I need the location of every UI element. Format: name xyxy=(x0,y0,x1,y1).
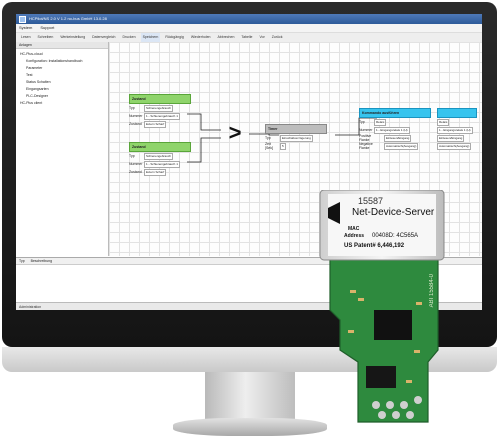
block-kommando[interactable]: Kommando ausführen Typ Relais Nummer 1 - E… xyxy=(359,108,431,150)
toolbar-back-button[interactable]: Zurück xyxy=(270,33,285,42)
toolbar-save-button[interactable]: Speichern xyxy=(140,33,161,42)
tree-node[interactable]: PLC-Designer xyxy=(26,94,48,98)
tree-node[interactable]: HC-Plus-cloud xyxy=(20,52,43,56)
timer-type-select[interactable]: Einschaltverzögerung xyxy=(280,134,313,142)
mac-value: 00408D: 4C565A xyxy=(372,233,419,239)
block-header xyxy=(437,108,477,118)
title-bar: HCPilot/NS 2.0 V 1.2 no-bus GmbH 13.0.28 xyxy=(16,14,482,24)
field-label: Typ xyxy=(129,106,135,110)
tree-header: Anlagen xyxy=(16,42,108,49)
device-number-label: 15587 xyxy=(358,196,384,206)
toolbar-cancel-button[interactable]: Abbrechen xyxy=(215,33,236,42)
block-kommando-values[interactable]: Relais 1 - Eingangsrelais 1 (H) Einlesen… xyxy=(437,108,477,150)
toolbar-redo-button[interactable]: Wiederholen xyxy=(189,33,213,42)
toolbar-undo-button[interactable]: Rückgängig xyxy=(163,33,185,42)
negative-edge-select[interactable]: Automatisch(Ausgang) xyxy=(384,142,419,150)
toolbar-compare-button[interactable]: Datenvergleich xyxy=(90,33,117,42)
toolbar-forward-button[interactable]: Vor xyxy=(258,33,267,42)
command-number-select[interactable]: 1 - Eingangsrelais 1 (H) xyxy=(374,126,410,134)
number-select[interactable]: 1 - Schienengebrauch 1 xyxy=(144,160,180,168)
net-device-server-board: 15587 Net-Device-Server MAC Address 0040… xyxy=(318,189,446,430)
type-select[interactable]: Schienengebrauch xyxy=(144,104,174,112)
timer-seconds-input[interactable]: 5 xyxy=(280,142,286,150)
toolbar-print-button[interactable]: Drucken xyxy=(121,33,138,42)
field-label: Zustand xyxy=(129,170,142,174)
type-select[interactable]: Schienengebrauch xyxy=(144,152,174,160)
monitor-stand-neck xyxy=(205,372,295,422)
column-description[interactable]: Beschreibung xyxy=(31,259,52,263)
tree-node[interactable]: Status Schalten xyxy=(26,80,51,84)
field-label: Typ xyxy=(265,136,271,140)
menu-bar: System Support xyxy=(16,24,482,33)
block-zustand-1[interactable]: Zustand Typ Schienengebrauch Nummer 1 - Sc… xyxy=(129,94,191,128)
mac-label: MAC xyxy=(348,226,360,232)
board-id-label: ABI 15584-0 xyxy=(429,274,435,308)
tree-node[interactable]: Eingangsarten xyxy=(26,87,49,91)
tree-node[interactable]: Test xyxy=(26,73,32,77)
field-label: Zeit [Sek] xyxy=(265,142,273,150)
field-label: Positive Flanke xyxy=(359,134,372,142)
toolbar-write-button[interactable]: Schreiben xyxy=(36,33,56,42)
toolbar-read-button[interactable]: Lesen xyxy=(19,33,33,42)
pcb-illustration xyxy=(319,189,445,423)
menu-support[interactable]: Support xyxy=(40,24,54,32)
number-select[interactable]: 1 - Schienengebrauch 1 xyxy=(144,112,180,120)
field-label: Zustand xyxy=(129,122,142,126)
app-icon xyxy=(19,15,26,23)
device-name-label: Net-Device-Server xyxy=(352,207,435,218)
comparison-operator-block[interactable]: > xyxy=(221,122,249,146)
field-label: Nummer xyxy=(129,114,143,118)
value-select[interactable]: Einlesen/Eingang xyxy=(437,134,465,142)
block-header: Zustand xyxy=(129,94,191,104)
positive-edge-select[interactable]: Einlesen/Eingang xyxy=(384,134,412,142)
monitor-stand-foot xyxy=(173,418,327,436)
window-title: HCPilot/NS 2.0 V 1.2 no-bus GmbH 13.0.28 xyxy=(29,16,107,21)
toolbar-factory-settings-button[interactable]: Werkeinstellung xyxy=(58,33,87,42)
project-tree: Anlagen HC-Plus-cloud Konfiguration: Ins… xyxy=(16,42,109,256)
toolbar-table-button[interactable]: Tabelle xyxy=(239,33,254,42)
block-header: Timer xyxy=(265,124,327,134)
block-header: Zustand xyxy=(129,142,191,152)
value-select[interactable]: Relais xyxy=(437,118,450,126)
block-header: Kommando ausführen xyxy=(359,108,431,118)
tree-node[interactable]: Parameter xyxy=(26,66,42,70)
field-label: Nummer xyxy=(359,128,373,132)
field-label: Nummer xyxy=(129,162,143,166)
menu-system[interactable]: System xyxy=(19,24,32,32)
state-select[interactable]: Extern Scharf xyxy=(144,168,167,176)
command-type-select[interactable]: Relais xyxy=(374,118,387,126)
value-select[interactable]: Automatisch(Ausgang) xyxy=(437,142,472,150)
tree-node[interactable]: Konfiguration: Installationshandbuch xyxy=(26,59,82,63)
field-label: Typ xyxy=(359,120,365,124)
block-zustand-2[interactable]: Zustand Typ Schienengebrauch Nummer 1 - Sc… xyxy=(129,142,191,176)
address-label: Address xyxy=(344,233,365,239)
state-select[interactable]: Extern Scharf xyxy=(144,120,167,128)
patent-label: US Patent# 6,446,192 xyxy=(344,243,405,249)
field-label: Negative Flanke xyxy=(359,142,373,150)
column-type[interactable]: Typ xyxy=(19,259,25,263)
value-select[interactable]: 1 - Eingangsrelais 1 (H) xyxy=(437,126,473,134)
field-label: Typ xyxy=(129,154,135,158)
tree-node[interactable]: HC-Plus client xyxy=(20,101,42,105)
block-timer[interactable]: Timer Typ Einschaltverzögerung Zeit [Sek]… xyxy=(265,124,327,150)
